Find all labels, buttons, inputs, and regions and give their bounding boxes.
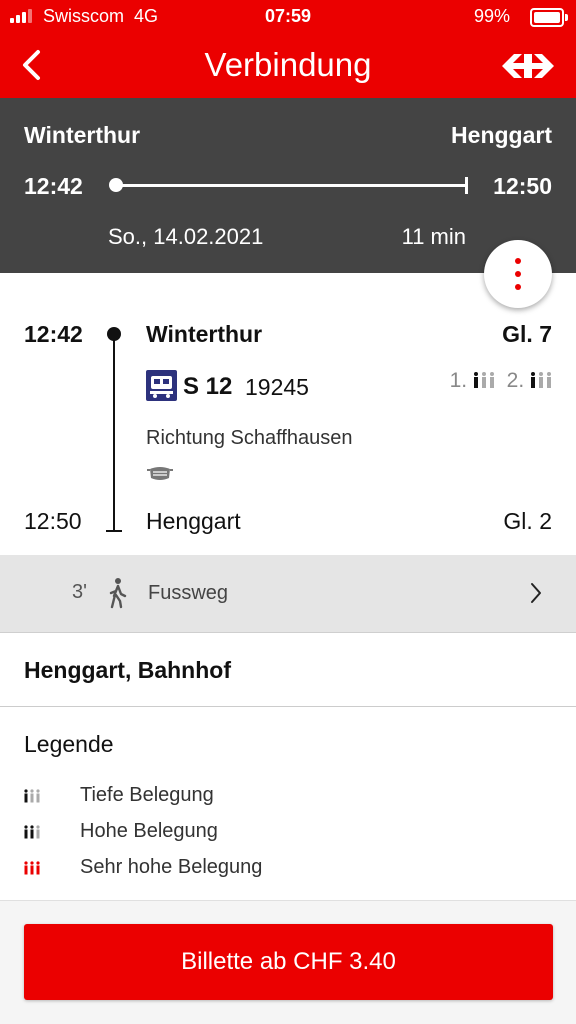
battery-percent: 99%: [473, 6, 510, 26]
legend-label: Hohe Belegung: [80, 820, 218, 842]
occupancy-low-icon: [531, 372, 551, 388]
destination-station: Henggart: [451, 122, 552, 148]
connection-summary: Winterthur Henggart 12:42 12:50 So., 14.…: [0, 98, 576, 273]
timeline-bar: [116, 184, 466, 187]
travel-date: So., 14.02.2021: [108, 224, 264, 249]
departure-time: 12:42: [24, 173, 83, 199]
destination-section: Henggart, Bahnhof: [0, 633, 576, 707]
leg-arrival-time: 12:50: [24, 508, 82, 534]
walk-row[interactable]: 3' Fussweg: [0, 555, 576, 633]
walk-duration: 3': [72, 581, 87, 603]
leg-arrival-station: Henggart: [146, 508, 241, 534]
train-direction: Richtung Schaffhausen: [146, 427, 353, 449]
destination-name: Henggart, Bahnhof: [24, 657, 231, 683]
walk-label: Fussweg: [148, 582, 229, 604]
train-line: S 12: [183, 373, 233, 400]
train-icon: [146, 370, 177, 401]
occupancy-low-icon: [24, 789, 40, 803]
buy-ticket-button[interactable]: Billette ab CHF 3.40: [24, 924, 553, 1000]
pedestrian-icon: [109, 578, 127, 609]
journey-leg[interactable]: 12:42 Winterthur Gl. 7 S 12 19245 1. 2. …: [0, 273, 576, 555]
occupancy-very-high-icon: [24, 861, 40, 875]
chevron-right-icon: [531, 583, 541, 603]
nav-bar: Verbindung: [0, 32, 576, 98]
train-number: 19245: [245, 374, 309, 400]
occupancy-indicator: 1. 2.: [450, 369, 552, 393]
timeline-end-tick: [465, 177, 468, 194]
legend-label: Tiefe Belegung: [80, 784, 214, 806]
occupancy-second-class-label: 2.: [506, 369, 525, 392]
occupancy-first-class-label: 1.: [449, 369, 468, 392]
legend-item: Sehr hohe Belegung: [0, 853, 576, 883]
legend-item: Tiefe Belegung: [0, 781, 576, 811]
sbb-logo-icon: [502, 54, 554, 78]
leg-line: [113, 333, 115, 531]
legend-title: Legende: [24, 731, 114, 757]
battery-icon: [530, 8, 568, 27]
mask-icon: [147, 467, 173, 480]
legend-section: Legende Tiefe Belegung Hohe Belegung Seh…: [0, 707, 576, 901]
leg-departure-station: Winterthur: [146, 321, 263, 347]
page-title: Verbindung: [204, 46, 372, 83]
occupancy-high-icon: [24, 825, 40, 839]
origin-station: Winterthur: [24, 122, 141, 148]
occupancy-low-icon: [473, 372, 494, 388]
leg-departure-time: 12:42: [24, 321, 83, 347]
footer: Billette ab CHF 3.40: [0, 901, 576, 1024]
leg-start-dot: [107, 327, 121, 341]
leg-end-marker: [106, 530, 122, 532]
leg-departure-platform: Gl. 7: [502, 321, 552, 347]
travel-duration: 11 min: [401, 224, 466, 249]
leg-arrival-platform: Gl. 2: [503, 508, 552, 534]
legend-item: Hohe Belegung: [0, 817, 576, 847]
status-bar: Swisscom 4G 07:59 99%: [0, 0, 576, 32]
arrival-time: 12:50: [493, 173, 552, 199]
timeline-start-dot: [109, 178, 123, 192]
legend-label: Sehr hohe Belegung: [80, 856, 263, 878]
